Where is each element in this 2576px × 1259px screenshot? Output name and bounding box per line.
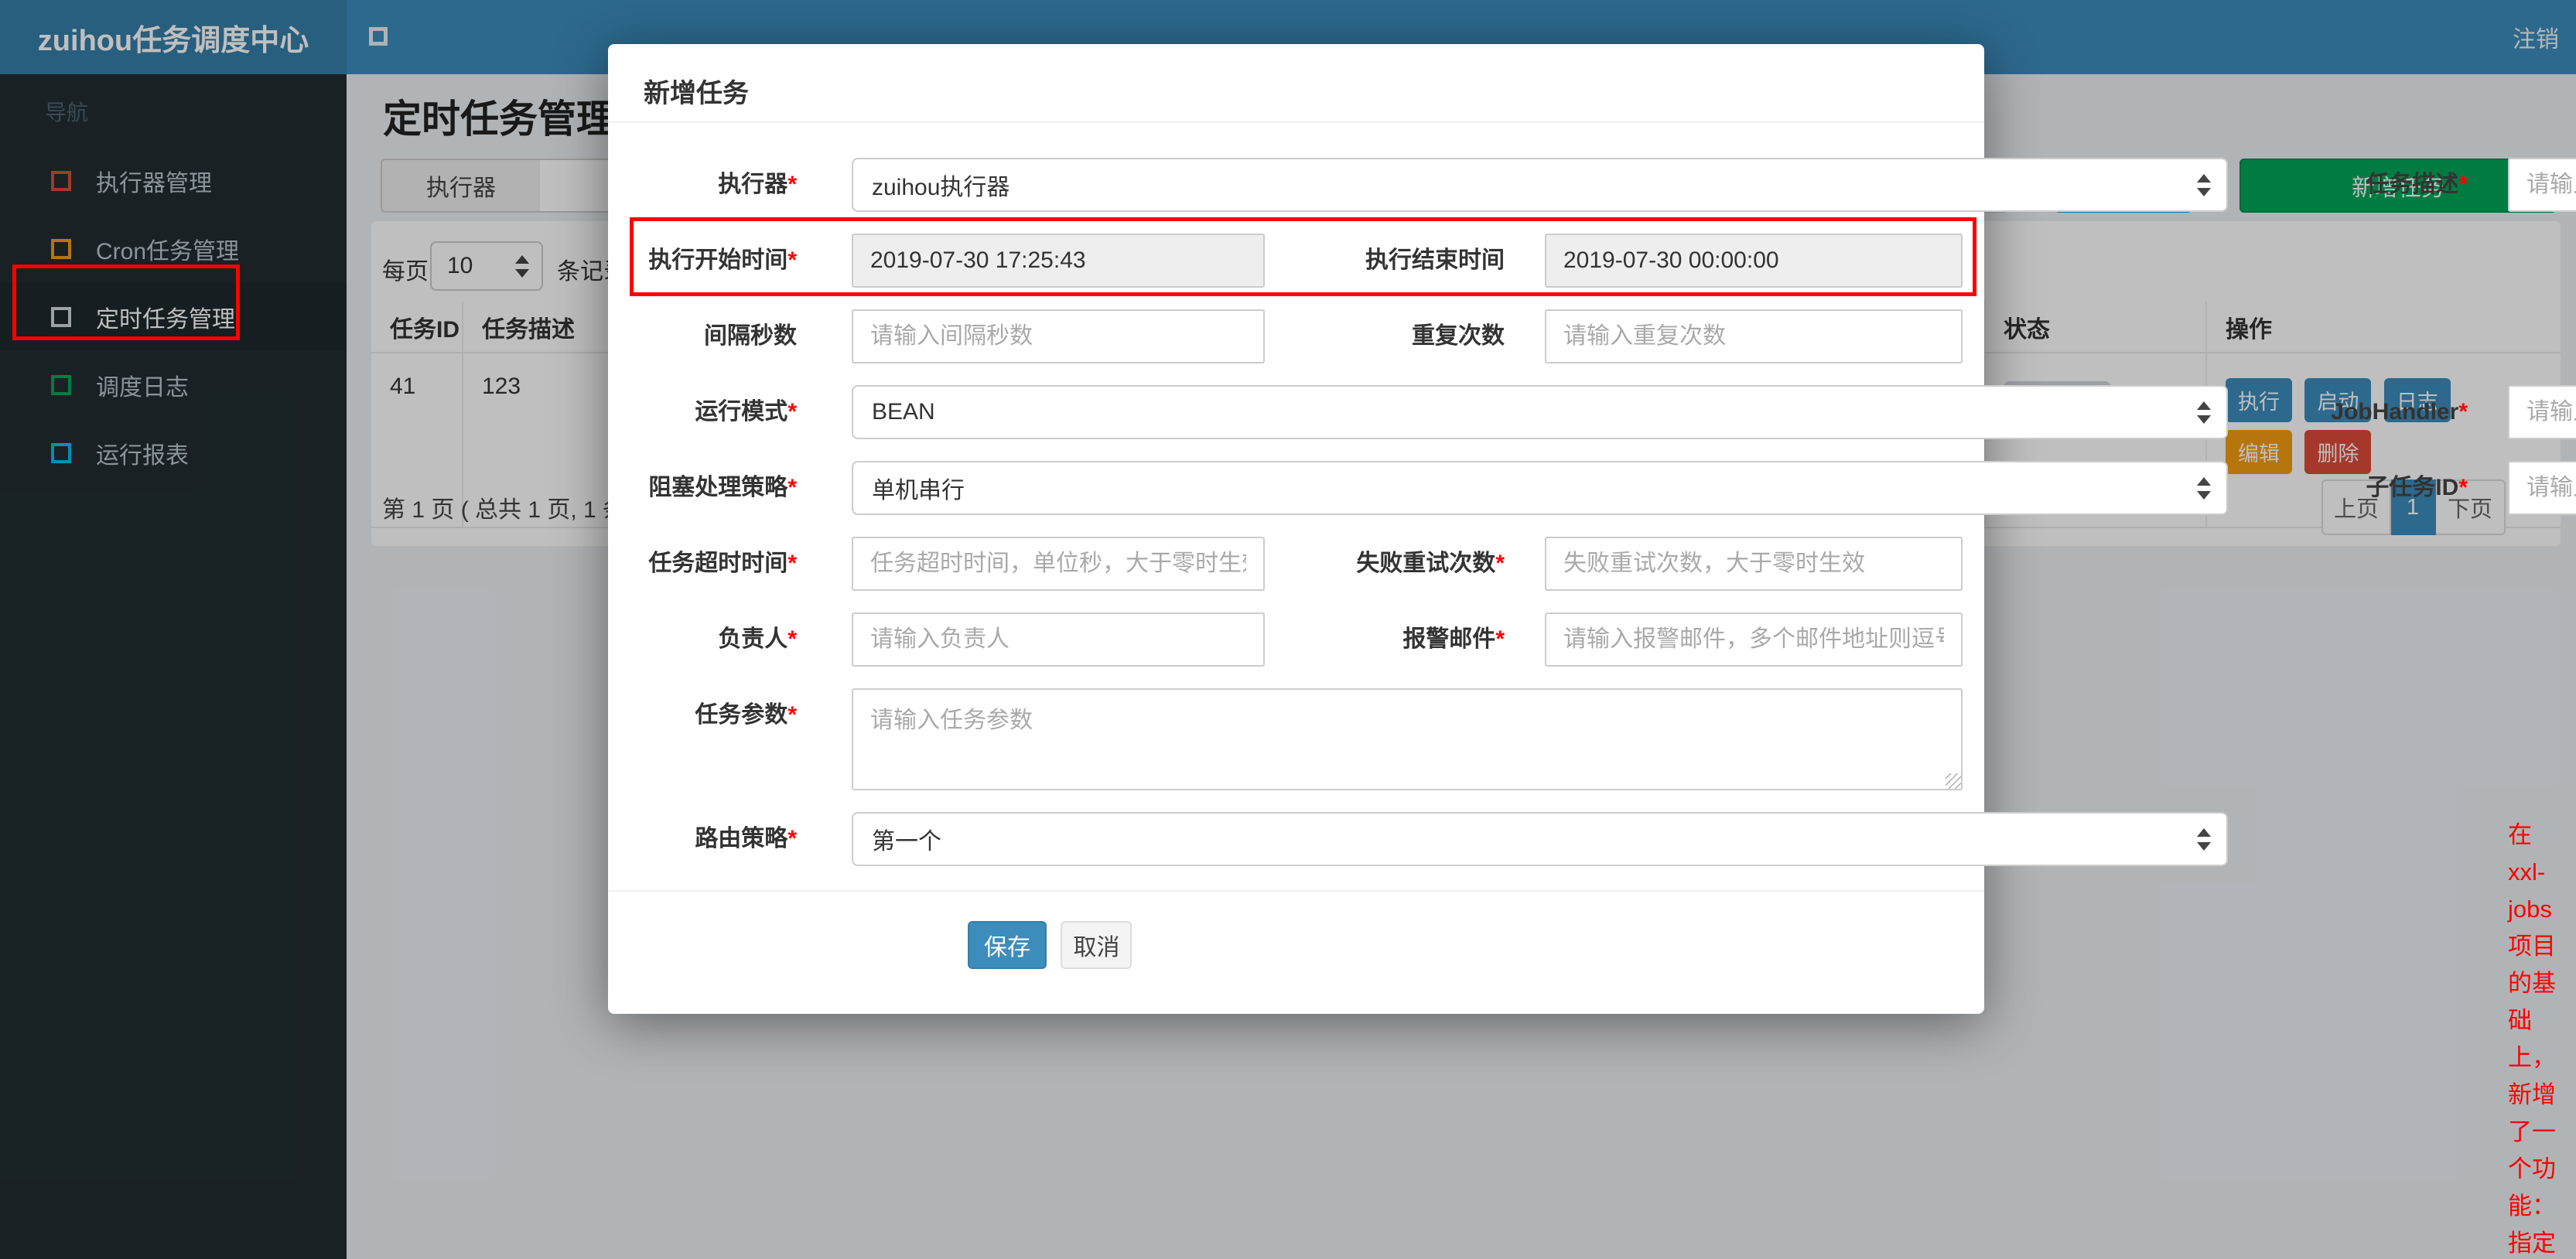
executor-select[interactable]: zuihou执行器 — [852, 158, 2228, 212]
job-desc-input[interactable] — [2508, 158, 2576, 212]
repeat-count-label: 重复次数 — [1412, 323, 1505, 349]
jobhandler-input[interactable] — [2508, 385, 2576, 439]
end-time-label: 执行结束时间 — [1365, 247, 1505, 273]
interval-label: 间隔秒数 — [704, 323, 797, 349]
required-star: * — [787, 826, 797, 851]
end-time-input[interactable] — [1545, 234, 1963, 288]
block-strategy-label: 阻塞处理策略 — [648, 475, 788, 500]
modal-title: 新增任务 — [644, 79, 749, 108]
select-arrows-icon — [2197, 827, 2211, 851]
alarm-email-label: 报警邮件 — [1402, 626, 1496, 652]
modal-footer: 保存 取消 — [608, 892, 1984, 969]
retry-count-input[interactable] — [1545, 537, 1963, 591]
form-row-job-param: 任务参数* — [608, 688, 1984, 790]
run-mode-select-value: BEAN — [872, 399, 935, 425]
run-mode-label: 运行模式 — [695, 399, 788, 425]
route-strategy-select-value: 第一个 — [872, 829, 941, 855]
feature-note-text: 在xxl-jobs项目的基础上，新增了一个功能：指定时间执行任务 — [2508, 821, 2556, 1257]
required-star: * — [1495, 626, 1505, 652]
modal-header: 新增任务 — [608, 44, 1984, 123]
required-star: * — [2458, 475, 2468, 500]
timeout-label: 任务超时时间 — [648, 551, 788, 576]
start-time-input[interactable] — [852, 234, 1265, 288]
required-star: * — [2458, 399, 2468, 425]
job-desc-label: 任务描述 — [2366, 172, 2459, 197]
required-star: * — [787, 475, 797, 500]
required-star: * — [787, 702, 797, 728]
block-strategy-select[interactable]: 单机串行 — [852, 461, 2228, 515]
required-star: * — [787, 626, 797, 652]
form-row-blockstrategy-childjob: 阻塞处理策略* 单机串行 子任务ID* — [608, 461, 2576, 515]
timeout-input[interactable] — [852, 537, 1265, 591]
select-arrows-icon — [2197, 173, 2211, 196]
form-row-timeout-retry: 任务超时时间* 失败重试次数* — [608, 537, 1984, 591]
required-star: * — [787, 247, 797, 273]
retry-count-label: 失败重试次数 — [1356, 551, 1496, 576]
form-row-executor-desc: 执行器* zuihou执行器 任务描述* — [608, 158, 2576, 212]
required-star: * — [787, 399, 797, 425]
executor-select-value: zuihou执行器 — [872, 175, 1010, 200]
form-row-interval-repeat: 间隔秒数 重复次数 — [608, 309, 1984, 363]
required-star: * — [787, 551, 797, 576]
cancel-button[interactable]: 取消 — [1061, 921, 1133, 969]
select-arrows-icon — [2197, 476, 2211, 500]
required-star: * — [2458, 172, 2468, 197]
modal-form: 执行器* zuihou执行器 任务描述* 执行开始时间* 执行结束时间 间隔秒数… — [608, 123, 2576, 1257]
child-job-id-input[interactable] — [2508, 461, 2576, 515]
select-arrows-icon — [2197, 401, 2211, 424]
route-strategy-label: 路由策略 — [695, 826, 788, 851]
start-time-label: 执行开始时间 — [648, 247, 788, 273]
save-button[interactable]: 保存 — [968, 921, 1047, 969]
run-mode-select[interactable]: BEAN — [852, 385, 2228, 439]
required-star: * — [787, 172, 797, 197]
resize-handle-icon[interactable] — [1946, 773, 1961, 789]
route-strategy-select[interactable]: 第一个 — [852, 812, 2228, 866]
job-param-textarea[interactable] — [852, 688, 1963, 790]
interval-seconds-input[interactable] — [852, 309, 1265, 363]
form-row-runmode-jobhandler: 运行模式* BEAN JobHandler* — [608, 385, 2576, 439]
add-job-modal: 新增任务 执行器* zuihou执行器 任务描述* 执行开始时间* 执行结束时间… — [608, 44, 2576, 1257]
executor-label: 执行器 — [718, 172, 788, 197]
app-root: zuihou任务调度中心 注销 导航 执行器管理 Cron任务管理 定时任务管理… — [0, 0, 2576, 1259]
jobhandler-label: JobHandler — [2331, 399, 2459, 425]
form-row-start-end-time: 执行开始时间* 执行结束时间 — [608, 234, 1984, 288]
child-job-id-label: 子任务ID — [2366, 475, 2459, 500]
alarm-email-input[interactable] — [1545, 612, 1963, 667]
required-star: * — [1495, 551, 1505, 576]
owner-label: 负责人 — [718, 626, 788, 652]
form-row-owner-email: 负责人* 报警邮件* — [608, 612, 1984, 667]
block-strategy-select-value: 单机串行 — [872, 478, 965, 503]
owner-input[interactable] — [852, 612, 1265, 667]
job-param-label: 任务参数 — [695, 702, 788, 728]
form-row-route-strategy: 路由策略* 第一个 在xxl-jobs项目的基础上，新增了一个功能：指定时间执行… — [608, 812, 2556, 1257]
repeat-count-input[interactable] — [1545, 309, 1963, 363]
